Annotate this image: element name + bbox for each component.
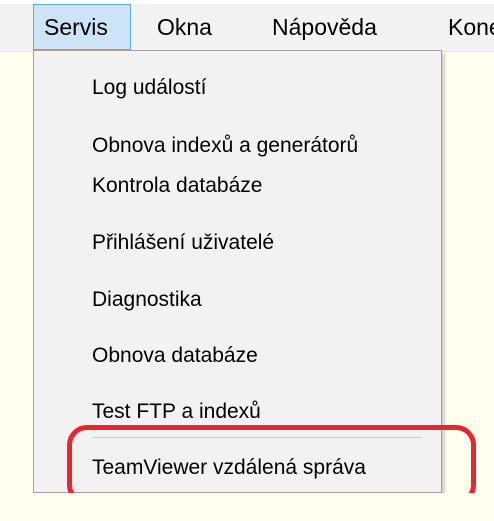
menu-item-prihlaseni-uzivatele[interactable]: Přihlášení uživatelé xyxy=(92,231,274,255)
menu-item-test-ftp[interactable]: Test FTP a indexů xyxy=(92,400,261,424)
menu-okna[interactable]: Okna xyxy=(157,4,212,51)
menu-bar: Servis Okna Nápověda Konec xyxy=(0,4,494,52)
menu-item-log-udalosti[interactable]: Log událostí xyxy=(92,76,206,100)
menu-item-kontrola-databaze[interactable]: Kontrola databáze xyxy=(92,174,262,198)
menu-item-diagnostika[interactable]: Diagnostika xyxy=(92,288,202,312)
menu-napoveda[interactable]: Nápověda xyxy=(272,4,377,51)
menu-item-obnova-indexu[interactable]: Obnova indexů a generátorů xyxy=(92,134,358,158)
menu-konec[interactable]: Konec xyxy=(448,4,494,51)
background-area xyxy=(0,493,494,521)
menu-servis[interactable]: Servis xyxy=(33,4,131,50)
menu-item-obnova-databaze[interactable]: Obnova databáze xyxy=(92,344,258,368)
